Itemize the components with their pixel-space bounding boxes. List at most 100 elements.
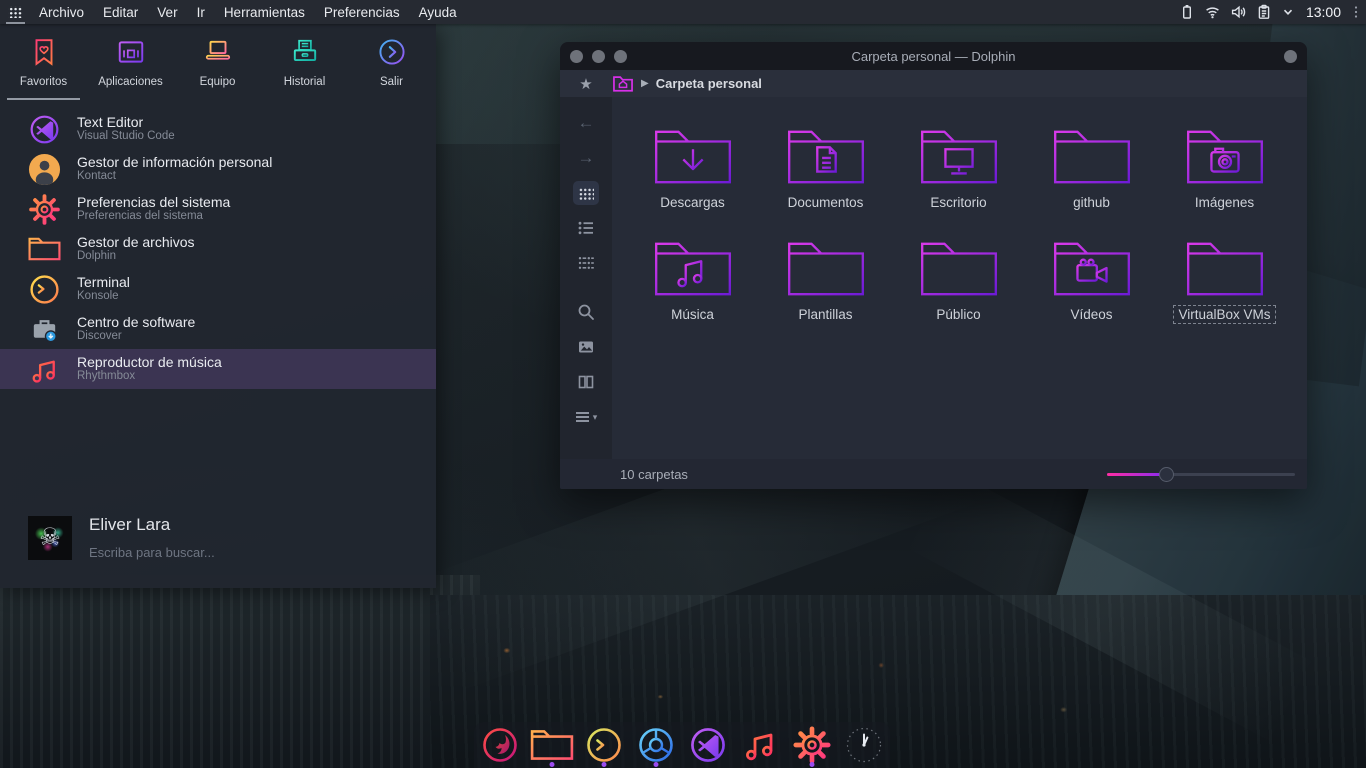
tab-favoritos[interactable]: Favoritos bbox=[0, 37, 87, 100]
search-input[interactable]: Escriba para buscar... bbox=[89, 545, 215, 560]
logout-icon bbox=[377, 37, 407, 67]
tab-label: Historial bbox=[284, 76, 326, 88]
breadcrumb-arrow-icon: ▶ bbox=[641, 78, 649, 89]
window-title: Carpeta personal — Dolphin bbox=[560, 49, 1307, 64]
folder-icon bbox=[1051, 126, 1133, 188]
running-indicator bbox=[602, 762, 607, 767]
user-avatar[interactable]: ☠ bbox=[28, 516, 72, 560]
terminal-icon bbox=[584, 725, 624, 765]
folder-musica[interactable]: Música bbox=[626, 238, 759, 324]
app-title: Gestor de información personal bbox=[77, 154, 272, 170]
tab-label: Equipo bbox=[200, 76, 236, 88]
dock-settings[interactable] bbox=[786, 722, 838, 768]
chevron-down-icon[interactable] bbox=[1281, 5, 1295, 19]
app-item-konsole[interactable]: Terminal Konsole bbox=[0, 269, 436, 309]
folder-label: Música bbox=[666, 305, 719, 324]
compact-view-icon[interactable] bbox=[573, 251, 599, 275]
folder-documentos[interactable]: Documentos bbox=[759, 126, 892, 212]
app-subtitle: Konsole bbox=[77, 290, 130, 303]
dock-rhythmbox[interactable] bbox=[734, 722, 786, 768]
folder-icon bbox=[530, 728, 574, 762]
folder-label: Descargas bbox=[655, 193, 730, 212]
menu-ayuda[interactable]: Ayuda bbox=[419, 5, 457, 20]
window-minimize-button[interactable] bbox=[592, 50, 605, 63]
folder-label: VirtualBox VMs bbox=[1173, 305, 1275, 324]
tab-equipo[interactable]: Equipo bbox=[174, 37, 261, 100]
folder-icon bbox=[785, 238, 867, 300]
folder-virtualbox-vms[interactable]: VirtualBox VMs bbox=[1158, 238, 1291, 324]
forward-arrow-icon[interactable]: → bbox=[573, 146, 599, 170]
folder-label: Documentos bbox=[783, 193, 869, 212]
folder-escritorio[interactable]: Escritorio bbox=[892, 126, 1025, 212]
app-subtitle: Dolphin bbox=[77, 250, 195, 263]
folder-plantillas[interactable]: Plantillas bbox=[759, 238, 892, 324]
battery-icon[interactable] bbox=[1179, 4, 1195, 20]
volume-icon[interactable] bbox=[1230, 4, 1247, 20]
search-icon[interactable] bbox=[573, 300, 599, 324]
archive-icon bbox=[290, 37, 320, 67]
dock-chrome[interactable] bbox=[630, 722, 682, 768]
breadcrumb[interactable]: ▶ Carpeta personal bbox=[612, 74, 762, 93]
folder-imagenes[interactable]: Imágenes bbox=[1158, 126, 1291, 212]
menu-herramientas[interactable]: Herramientas bbox=[224, 5, 305, 20]
tab-salir[interactable]: Salir bbox=[348, 37, 435, 100]
app-subtitle: Discover bbox=[77, 330, 195, 343]
folder-icon bbox=[28, 233, 61, 266]
wifi-icon[interactable] bbox=[1204, 4, 1221, 20]
folder-publico[interactable]: Público bbox=[892, 238, 1025, 324]
dock-firefox[interactable] bbox=[474, 722, 526, 768]
menu-preferencias[interactable]: Preferencias bbox=[324, 5, 400, 20]
folder-videos[interactable]: Vídeos bbox=[1025, 238, 1158, 324]
star-icon[interactable]: ★ bbox=[560, 75, 612, 93]
folder-github[interactable]: github bbox=[1025, 126, 1158, 212]
menu-archivo[interactable]: Archivo bbox=[39, 5, 84, 20]
dock bbox=[474, 722, 890, 768]
vscode-icon bbox=[28, 113, 61, 146]
back-arrow-icon[interactable]: ← bbox=[573, 111, 599, 135]
menu-editar[interactable]: Editar bbox=[103, 5, 138, 20]
preview-image-icon[interactable] bbox=[573, 335, 599, 359]
grip-icon[interactable] bbox=[1352, 4, 1360, 20]
dock-terminal[interactable] bbox=[578, 722, 630, 768]
terminal-icon bbox=[28, 273, 61, 306]
app-item-dolphin[interactable]: Gestor de archivos Dolphin bbox=[0, 229, 436, 269]
home-folder-icon bbox=[612, 74, 634, 93]
dock-files[interactable] bbox=[526, 722, 578, 768]
list-view-icon[interactable] bbox=[573, 216, 599, 240]
app-item-vscode[interactable]: Text Editor Visual Studio Code bbox=[0, 109, 436, 149]
app-item-rhythmbox[interactable]: Reproductor de música Rhythmbox bbox=[0, 349, 436, 389]
clipboard-icon[interactable] bbox=[1256, 4, 1272, 20]
top-panel: Archivo Editar Ver Ir Herramientas Prefe… bbox=[0, 0, 1366, 24]
folder-descargas[interactable]: Descargas bbox=[626, 126, 759, 212]
window-maximize-button[interactable] bbox=[614, 50, 627, 63]
app-item-system-settings[interactable]: Preferencias del sistema Preferencias de… bbox=[0, 189, 436, 229]
tab-label: Favoritos bbox=[20, 76, 67, 88]
folder-grid: Descargas Documentos Escritorio bbox=[612, 97, 1307, 459]
window-menu-button[interactable] bbox=[1284, 50, 1297, 63]
app-launcher-button[interactable] bbox=[0, 0, 30, 24]
dock-vscode[interactable] bbox=[682, 722, 734, 768]
gear-icon bbox=[28, 193, 61, 226]
app-item-discover[interactable]: Centro de software Discover bbox=[0, 309, 436, 349]
tab-historial[interactable]: Historial bbox=[261, 37, 348, 100]
dock-clock-widget[interactable] bbox=[838, 722, 890, 768]
app-window-icon bbox=[116, 37, 146, 67]
menu-ver[interactable]: Ver bbox=[157, 5, 177, 20]
menu-icon[interactable]: ▾ bbox=[573, 405, 599, 429]
folder-count: 10 carpetas bbox=[620, 467, 688, 482]
window-close-button[interactable] bbox=[570, 50, 583, 63]
zoom-slider[interactable] bbox=[1107, 466, 1295, 482]
split-view-icon[interactable] bbox=[573, 370, 599, 394]
clock[interactable]: 13:00 bbox=[1306, 4, 1341, 20]
laptop-icon bbox=[203, 37, 233, 67]
menu-ir[interactable]: Ir bbox=[197, 5, 205, 20]
app-item-kontact[interactable]: Gestor de información personal Kontact bbox=[0, 149, 436, 189]
tab-aplicaciones[interactable]: Aplicaciones bbox=[87, 37, 174, 100]
grid-view-icon[interactable] bbox=[573, 181, 599, 205]
dolphin-sidebar: ← → bbox=[560, 97, 612, 459]
slider-handle[interactable] bbox=[1159, 467, 1174, 482]
window-titlebar[interactable]: Carpeta personal — Dolphin bbox=[560, 42, 1307, 70]
app-subtitle: Kontact bbox=[77, 170, 272, 183]
application-launcher: Favoritos Aplicaciones Equipo bbox=[0, 24, 436, 588]
app-title: Terminal bbox=[77, 274, 130, 290]
